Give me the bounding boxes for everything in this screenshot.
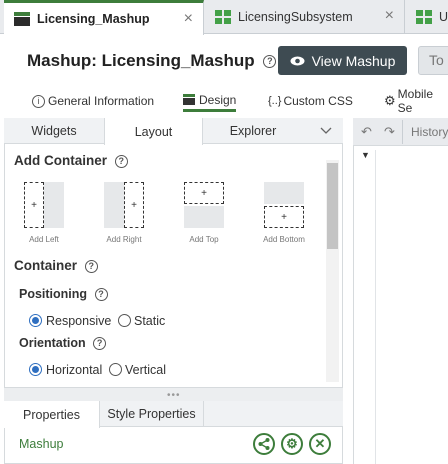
help-icon[interactable]: ? [114, 154, 128, 168]
mashup-canvas[interactable]: ▼ [353, 146, 448, 464]
redo-icon[interactable]: ↷ [384, 124, 395, 140]
chevron-down-icon[interactable] [314, 118, 338, 144]
positioning-heading: Positioning ? [19, 287, 108, 302]
tab-explorer[interactable]: Explorer [203, 118, 303, 144]
subtab-label: Custom CSS [283, 94, 353, 108]
plus-icon: + [264, 206, 304, 228]
horizontal-label: Horizontal [46, 363, 103, 377]
close-icon[interactable]: ✕ [309, 433, 331, 455]
tab-properties[interactable]: Properties [4, 401, 100, 428]
tab-label: Licensing_Mashup [37, 12, 150, 26]
responsive-label: Responsive [46, 314, 112, 328]
add-right-label: Add Right [106, 235, 142, 244]
tab-us[interactable]: Us [406, 0, 448, 34]
help-icon[interactable]: ? [84, 259, 98, 273]
history-bar: ↶ ↷ History [353, 118, 448, 146]
braces-icon: {..} [268, 95, 282, 107]
vertical-label: Vertical [125, 363, 166, 377]
design-icon [183, 94, 195, 105]
view-mashup-button[interactable]: View Mashup [278, 46, 407, 75]
help-icon[interactable]: ? [93, 337, 107, 351]
subsystem-icon [215, 10, 231, 24]
plus-icon: + [24, 182, 44, 228]
tab-licensing-subsystem[interactable]: LicensingSubsystem × [205, 0, 405, 34]
panel-tabs: Widgets Layout Explorer [4, 118, 343, 145]
subtab-label: General Information [48, 94, 155, 108]
subtab-label: Design [199, 92, 237, 107]
tab-design[interactable]: Design [183, 90, 237, 112]
mashup-icon [14, 12, 30, 26]
caret-down-icon[interactable]: ▼ [361, 150, 370, 160]
drag-handle-icon: ••• [167, 390, 181, 401]
tab-general-information[interactable]: i General Information [32, 90, 154, 112]
history-label[interactable]: History [411, 125, 448, 139]
add-top-button[interactable]: + [184, 182, 224, 228]
tab-bar: Licensing_Mashup × LicensingSubsystem × … [0, 0, 448, 35]
add-left-button[interactable]: + [24, 182, 64, 228]
subsystem-icon [416, 10, 432, 24]
orientation-text: Orientation [19, 336, 86, 350]
tab-layout[interactable]: Layout [104, 118, 203, 145]
scrollbar-thumb[interactable] [327, 163, 338, 249]
radio-vertical[interactable] [109, 363, 122, 376]
info-icon: i [32, 94, 45, 108]
tab-label: Us [439, 10, 448, 24]
add-top-label: Add Top [189, 235, 219, 244]
add-container-heading: Add Container ? [14, 153, 128, 168]
selected-widget-name[interactable]: Mashup [19, 437, 63, 451]
page-title-text: Mashup: Licensing_Mashup [27, 51, 255, 70]
add-container-text: Add Container [14, 153, 107, 168]
add-left-label: Add Left [29, 235, 59, 244]
radio-static[interactable] [118, 314, 131, 327]
undo-icon[interactable]: ↶ [361, 124, 372, 140]
orientation-heading: Orientation ? [19, 336, 107, 351]
container-text: Container [14, 258, 78, 273]
tab-style-properties[interactable]: Style Properties [100, 401, 204, 427]
view-mashup-label: View Mashup [311, 52, 396, 69]
add-right-button[interactable]: + [104, 182, 144, 228]
positioning-text: Positioning [19, 287, 88, 301]
to-button[interactable]: To [418, 46, 448, 75]
add-bottom-label: Add Bottom [263, 235, 305, 244]
share-icon[interactable] [253, 433, 275, 455]
radio-horizontal[interactable] [29, 363, 42, 376]
add-bottom-button[interactable]: + [264, 182, 304, 228]
help-icon[interactable]: ? [94, 288, 108, 302]
eye-icon [290, 56, 305, 66]
static-label: Static [134, 314, 166, 328]
page-title: Mashup: Licensing_Mashup ? [27, 51, 277, 71]
gear-icon[interactable]: ⚙ [281, 433, 303, 455]
plus-icon: + [184, 182, 224, 204]
tab-label: LicensingSubsystem [238, 10, 353, 24]
close-icon[interactable]: × [385, 8, 394, 24]
radio-responsive[interactable] [29, 314, 42, 327]
subtab-label: Mobile Se [397, 87, 434, 115]
tab-widgets[interactable]: Widgets [4, 118, 104, 144]
help-icon[interactable]: ? [263, 55, 277, 69]
tab-custom-css[interactable]: {..} Custom CSS [268, 90, 353, 112]
bottom-tabs: Properties Style Properties [4, 401, 343, 428]
close-icon[interactable]: × [184, 11, 193, 27]
container-heading: Container ? [14, 258, 98, 273]
plus-icon: + [124, 182, 144, 228]
panel-splitter[interactable]: ••• [4, 387, 343, 401]
tab-mobile-settings[interactable]: ⚙ Mobile Se [384, 87, 448, 115]
tab-licensing-mashup[interactable]: Licensing_Mashup × [4, 0, 204, 35]
gear-icon: ⚙ [384, 93, 396, 108]
